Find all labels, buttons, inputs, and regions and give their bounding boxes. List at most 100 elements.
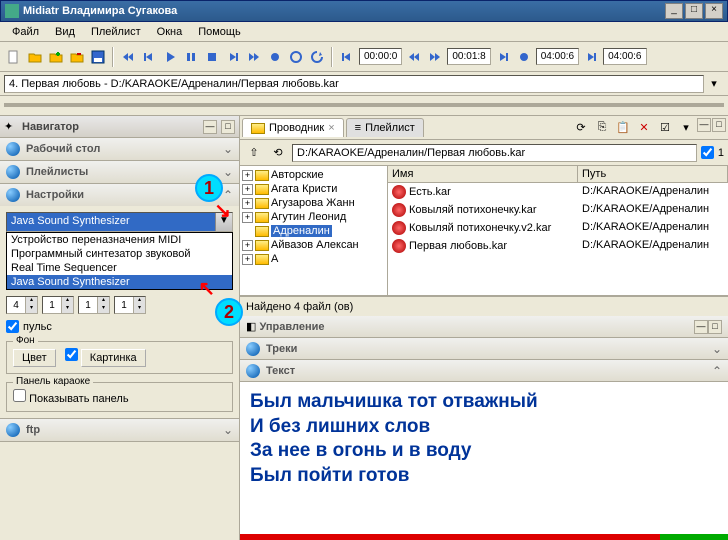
paste-icon[interactable]: 📋 <box>613 118 633 138</box>
maximize-button[interactable]: □ <box>685 3 703 19</box>
pane-min-button[interactable]: — <box>697 118 711 132</box>
nav-icon: ✦ <box>4 120 18 134</box>
menu-help[interactable]: Помощь <box>190 24 249 40</box>
pane-max-button[interactable]: □ <box>712 118 726 132</box>
options-icon[interactable]: ☑ <box>655 118 675 138</box>
refresh-icon[interactable]: ⟳ <box>571 118 591 138</box>
pulse-checkbox[interactable] <box>6 320 19 333</box>
file-list[interactable]: Имя Путь Есть.karD:/KARAOKE/Адреналин Ко… <box>388 166 728 295</box>
picture-checkbox[interactable] <box>65 348 78 361</box>
section-text[interactable]: Текст ⌃ <box>240 360 728 382</box>
synth-option[interactable]: Устройство переназначения MIDI <box>7 233 232 247</box>
position-slider[interactable] <box>4 98 724 112</box>
nav-collapse-button[interactable]: — <box>203 120 217 134</box>
spin-1[interactable]: ▴▾ <box>6 296 38 314</box>
rewind-icon[interactable] <box>118 47 138 67</box>
path-count: 1 <box>718 147 724 159</box>
menu-view[interactable]: Вид <box>47 24 83 40</box>
play-icon[interactable] <box>160 47 180 67</box>
chevron-down-icon: ⌄ <box>223 165 233 179</box>
tab-explorer[interactable]: Проводник × <box>242 118 344 137</box>
spin-4[interactable]: ▴▾ <box>114 296 146 314</box>
tab-playlist[interactable]: ≡ Плейлист <box>346 118 424 137</box>
globe-icon <box>246 342 260 356</box>
spin-3[interactable]: ▴▾ <box>78 296 110 314</box>
up-icon[interactable]: ⇧ <box>244 143 264 163</box>
open-icon[interactable] <box>25 47 45 67</box>
step-back-icon[interactable] <box>404 47 424 67</box>
lyrics-panel: Был мальчишка тот отважный И без лишних … <box>240 382 728 540</box>
lyric-line: Был мальчишка тот отважный <box>250 390 718 415</box>
progress-remaining <box>660 534 728 540</box>
skip-fwd-icon[interactable] <box>493 47 513 67</box>
kar-icon <box>392 221 406 235</box>
synth-option[interactable]: Программный синтезатор звуковой <box>7 247 232 261</box>
step-fwd-icon[interactable] <box>425 47 445 67</box>
color-button[interactable]: Цвет <box>13 349 56 367</box>
spin-2[interactable]: ▴▾ <box>42 296 74 314</box>
close-button[interactable]: × <box>705 3 723 19</box>
last-icon[interactable] <box>581 47 601 67</box>
menu-bar: Файл Вид Плейлист Окна Помощь <box>0 22 728 42</box>
tab-close-icon[interactable]: × <box>328 122 334 134</box>
next-icon[interactable] <box>223 47 243 67</box>
section-tracks[interactable]: Треки ⌄ <box>240 338 728 360</box>
section-button[interactable]: — <box>694 320 708 334</box>
menu-windows[interactable]: Окна <box>149 24 191 40</box>
file-row[interactable]: Ковыляй потихонечку.karD:/KARAOKE/Адрена… <box>388 201 728 219</box>
remove-icon[interactable] <box>67 47 87 67</box>
pause-icon[interactable] <box>181 47 201 67</box>
file-row[interactable]: Есть.karD:/KARAOKE/Адреналин <box>388 183 728 201</box>
add-icon[interactable] <box>46 47 66 67</box>
synth-option[interactable]: Real Time Sequencer <box>7 261 232 275</box>
forward-icon[interactable] <box>244 47 264 67</box>
path-input[interactable] <box>292 144 697 162</box>
tree-item[interactable]: +Агузарова Жанн <box>242 196 385 210</box>
end-icon[interactable] <box>514 47 534 67</box>
copy-icon[interactable]: ⎘ <box>592 118 612 138</box>
progress-played <box>240 534 660 540</box>
tree-item-selected[interactable]: Адреналин <box>242 224 385 238</box>
loop-icon[interactable] <box>286 47 306 67</box>
folder-tree[interactable]: +Авторские +Агата Кристи +Агузарова Жанн… <box>240 166 388 295</box>
section-desktop[interactable]: Рабочий стол ⌄ <box>0 138 239 160</box>
refresh-icon[interactable] <box>307 47 327 67</box>
chevron-down-icon: ⌄ <box>223 423 233 437</box>
save-icon[interactable] <box>88 47 108 67</box>
new-icon[interactable] <box>4 47 24 67</box>
section-ftp[interactable]: ftp ⌄ <box>0 419 239 441</box>
kar-icon <box>392 203 406 217</box>
menu-file[interactable]: Файл <box>4 24 47 40</box>
menu-icon[interactable]: ▾ <box>676 118 696 138</box>
record-icon[interactable] <box>265 47 285 67</box>
nav-menu-button[interactable]: □ <box>221 120 235 134</box>
home-icon[interactable]: ⟲ <box>268 143 288 163</box>
synth-combo[interactable]: Java Sound Synthesizer ▼ <box>6 212 233 232</box>
minimize-button[interactable]: _ <box>665 3 683 19</box>
stop-icon[interactable] <box>202 47 222 67</box>
menu-playlist[interactable]: Плейлист <box>83 24 149 40</box>
time-2: 00:01:8 <box>447 48 490 65</box>
app-icon <box>5 4 19 18</box>
tree-item[interactable]: +А <box>242 252 385 266</box>
track-input[interactable] <box>4 75 704 93</box>
section-button[interactable]: □ <box>708 320 722 334</box>
prev-icon[interactable] <box>139 47 159 67</box>
main-toolbar: 00:00:0 00:01:8 04:00:6 04:00:6 <box>0 42 728 72</box>
show-panel-checkbox[interactable] <box>13 389 26 402</box>
skip-back-icon[interactable] <box>337 47 357 67</box>
col-name[interactable]: Имя <box>388 166 578 182</box>
file-row[interactable]: Ковыляй потихонечку.v2.karD:/KARAOKE/Адр… <box>388 219 728 237</box>
window-title: Midiatr Владимира Сугакова <box>23 5 663 17</box>
delete-icon[interactable]: ✕ <box>634 118 654 138</box>
col-path[interactable]: Путь <box>578 166 728 182</box>
tree-item[interactable]: +Агата Кристи <box>242 182 385 196</box>
tree-item[interactable]: +Агутин Леонид <box>242 210 385 224</box>
file-row[interactable]: Первая любовь.karD:/KARAOKE/Адреналин <box>388 237 728 255</box>
tree-item[interactable]: +Авторские <box>242 168 385 182</box>
path-checkbox[interactable] <box>701 146 714 159</box>
picture-button[interactable]: Картинка <box>81 349 146 367</box>
track-dropdown-icon[interactable]: ▾ <box>704 74 724 94</box>
tree-item[interactable]: +Айвазов Алексан <box>242 238 385 252</box>
section-control[interactable]: ◧ Управление — □ <box>240 316 728 338</box>
